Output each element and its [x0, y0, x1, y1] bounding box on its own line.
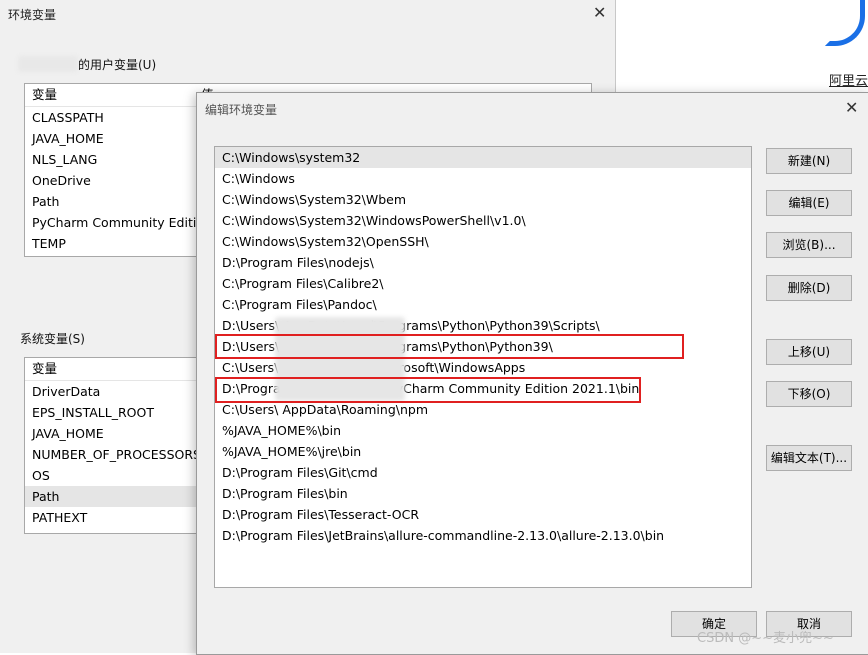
user-vars-label: 的用户变量(U): [78, 58, 157, 72]
path-item[interactable]: D:\Program Files\JetBrains\allure-comman…: [215, 525, 751, 546]
move-down-button[interactable]: 下移(O): [766, 381, 852, 407]
redacted-username: [18, 56, 78, 72]
app-name-link[interactable]: 阿里云: [829, 70, 868, 89]
path-list[interactable]: C:\Windows\system32 C:\Windows C:\Window…: [214, 146, 752, 588]
close-icon[interactable]: ✕: [845, 98, 858, 117]
path-item[interactable]: C:\Windows\System32\Wbem: [215, 189, 751, 210]
column-header-variable[interactable]: 变量: [32, 87, 57, 102]
app-logo-icon: [825, 0, 865, 46]
path-item[interactable]: D:\Program Files\Git\cmd: [215, 462, 751, 483]
column-header-variable[interactable]: 变量: [32, 361, 57, 376]
move-up-button[interactable]: 上移(U): [766, 339, 852, 365]
system-vars-label: 系统变量(S): [20, 332, 85, 346]
path-item[interactable]: C:\Windows\system32: [215, 147, 751, 168]
browse-button[interactable]: 浏览(B)...: [766, 232, 852, 258]
edit-env-var-dialog: 编辑环境变量 ✕ C:\Windows\system32 C:\Windows …: [196, 92, 868, 655]
close-icon[interactable]: ✕: [593, 3, 606, 22]
path-item[interactable]: %JAVA_HOME%\jre\bin: [215, 441, 751, 462]
edit-button[interactable]: 编辑(E): [766, 190, 852, 216]
highlight-box-python39: [215, 334, 684, 359]
new-button[interactable]: 新建(N): [766, 148, 852, 174]
dialog-title: 编辑环境变量: [205, 103, 278, 117]
path-item[interactable]: C:\Windows\System32\OpenSSH\: [215, 231, 751, 252]
path-item[interactable]: D:\Program Files\nodejs\: [215, 252, 751, 273]
path-item[interactable]: C:\Windows\System32\WindowsPowerShell\v1…: [215, 210, 751, 231]
path-item[interactable]: C:\Program Files\Pandoc\: [215, 294, 751, 315]
highlight-box-pycharm: [215, 377, 641, 403]
edit-text-button[interactable]: 编辑文本(T)...: [766, 445, 852, 471]
path-item[interactable]: D:\Program Files\bin: [215, 483, 751, 504]
dialog-title: 环境变量: [8, 8, 57, 22]
path-item[interactable]: C:\Program Files\Calibre2\: [215, 273, 751, 294]
path-item[interactable]: C:\Windows: [215, 168, 751, 189]
watermark: CSDN @~~麦小兜~~: [697, 631, 834, 646]
path-item[interactable]: %JAVA_HOME%\bin: [215, 420, 751, 441]
path-item[interactable]: D:\Program Files\Tesseract-OCR: [215, 504, 751, 525]
delete-button[interactable]: 删除(D): [766, 275, 852, 301]
